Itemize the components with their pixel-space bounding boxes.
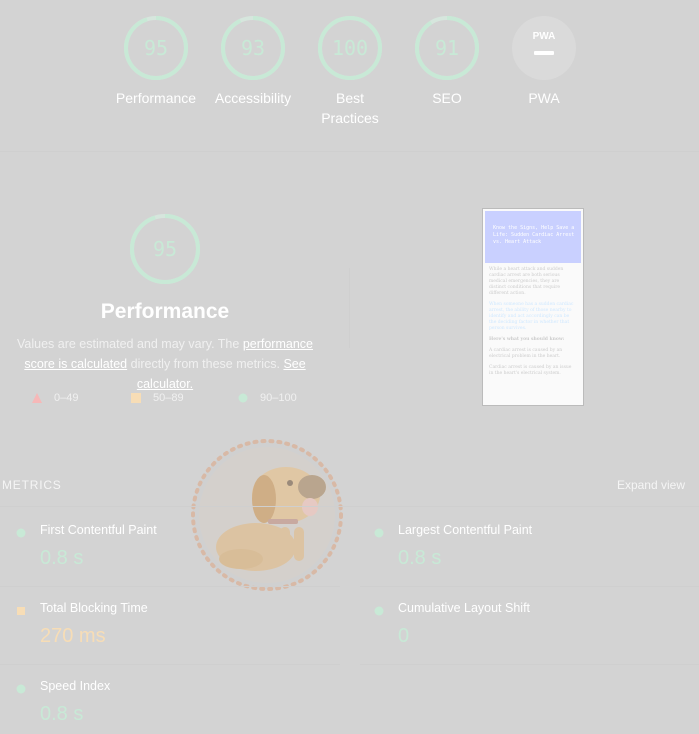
square-icon (131, 393, 141, 403)
legend-fail-label: 0–49 (54, 392, 79, 404)
gauge-seo[interactable]: 91 SEO (397, 14, 497, 108)
final-screenshot-thumbnail[interactable]: Know the Signs, Help Save a Life: Sudden… (482, 208, 584, 406)
metrics-row-divider (0, 586, 340, 587)
gauge-performance-ring: 95 (124, 16, 188, 80)
metric-title: Cumulative Layout Shift (398, 601, 531, 615)
circle-icon (16, 684, 26, 694)
circle-icon (16, 528, 26, 538)
gauge-best-practices[interactable]: 100 Best Practices (300, 14, 400, 128)
gauge-best-practices-label: Best Practices (321, 90, 379, 126)
square-icon (17, 607, 25, 615)
circle-icon (374, 528, 384, 538)
gauge-seo-ring: 91 (415, 16, 479, 80)
vertical-divider (349, 268, 350, 348)
gauge-pwa-label: PWA (528, 90, 560, 106)
gauge-accessibility-label: Accessibility (214, 90, 292, 106)
gauge-accessibility[interactable]: 93 Accessibility (203, 14, 303, 108)
gauge-accessibility-ring: 93 (221, 16, 285, 80)
gauge-pwa[interactable]: PWA PWA (494, 14, 594, 108)
circle-icon (238, 393, 248, 403)
metric-value: 0.8 s (40, 547, 84, 569)
pwa-badge-icon: PWA (512, 16, 576, 80)
metric-value: 0 (398, 625, 410, 647)
metrics-row-divider (360, 664, 699, 665)
metrics-top-divider (0, 506, 699, 507)
thumbnail-paragraph: When someone has a sudden cardiac arrest… (489, 302, 574, 331)
performance-description: Values are estimated and may vary. The p… (0, 334, 330, 394)
metrics-heading: METRICS (2, 478, 62, 492)
performance-gauge: 95 (128, 212, 202, 291)
thumbnail-paragraph: Here's what you should know: (489, 337, 565, 342)
dog-mascot-image (191, 439, 343, 591)
description-text: Values are estimated and may vary. The (17, 337, 243, 351)
gauge-best-practices-ring: 100 (318, 16, 382, 80)
description-middle-text: directly from these metrics. (127, 357, 284, 371)
metric-value: 270 ms (40, 625, 106, 647)
metrics-row-divider (0, 664, 340, 665)
pwa-badge-text: PWA (533, 31, 556, 42)
gauge-seo-label: SEO (432, 90, 462, 106)
category-scores: 95 Performance 93 Accessibility 100 Best… (0, 0, 699, 150)
legend-pass-label: 90–100 (260, 392, 297, 404)
metrics-row-divider (360, 586, 699, 587)
thumbnail-paragraph: Cardiac arrest is caused by an issue in … (489, 365, 572, 376)
metric-value: 0.8 s (398, 547, 442, 569)
thumbnail-body: While a heart attack and sudden cardiac … (483, 263, 583, 386)
triangle-icon (32, 393, 42, 403)
legend-average: 50–89 (131, 392, 184, 404)
legend-fail: 0–49 (32, 392, 78, 404)
gauge-seo-score: 91 (435, 36, 459, 60)
gauge-best-practices-score: 100 (332, 36, 368, 60)
metric-title: Speed Index (40, 679, 111, 693)
expand-view-toggle[interactable]: Expand view (617, 478, 685, 492)
gauge-accessibility-score: 93 (241, 36, 265, 60)
thumbnail-paragraph: A cardiac arrest is caused by an electri… (489, 348, 563, 359)
metric-title: Largest Contentful Paint (398, 523, 533, 537)
metric-value: 0.8 s (40, 703, 84, 725)
circle-icon (374, 606, 384, 616)
header-divider (0, 151, 699, 152)
gauge-performance[interactable]: 95 Performance (106, 14, 206, 108)
legend-pass: 90–100 (238, 392, 297, 404)
performance-title: Performance (100, 300, 230, 323)
gauge-performance-label: Performance (115, 90, 197, 106)
legend-average-label: 50–89 (153, 392, 184, 404)
thumbnail-paragraph: While a heart attack and sudden cardiac … (489, 267, 564, 296)
metric-title: First Contentful Paint (40, 523, 157, 537)
thumbnail-header: Know the Signs, Help Save a Life: Sudden… (485, 211, 581, 263)
metric-title: Total Blocking Time (40, 601, 148, 615)
gauge-performance-score: 95 (144, 36, 168, 60)
performance-gauge-ring: 95 (130, 214, 200, 284)
performance-score: 95 (153, 237, 177, 261)
